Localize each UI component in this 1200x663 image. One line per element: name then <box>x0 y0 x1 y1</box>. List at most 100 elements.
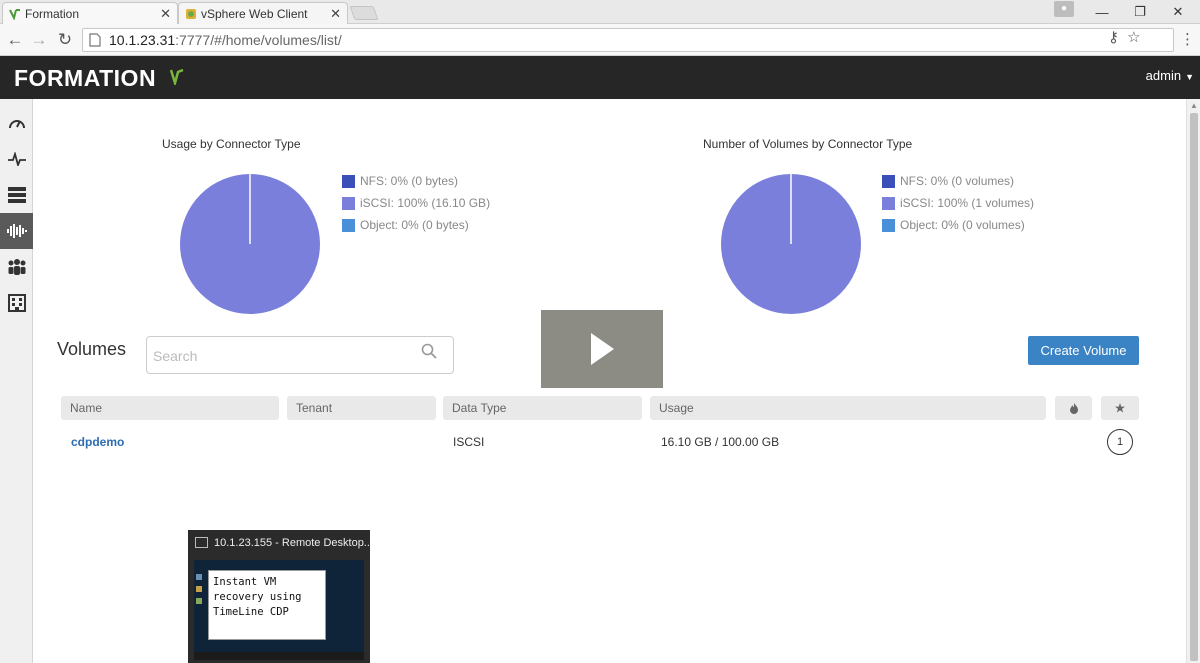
volume-name-link[interactable]: cdpdemo <box>71 435 124 449</box>
pulse-icon <box>7 152 26 166</box>
legend-swatch <box>342 196 355 210</box>
column-header-data-type[interactable]: Data Type <box>443 396 642 420</box>
remote-desktop-thumbnail[interactable]: 10.1.23.155 - Remote Desktop... Instant … <box>188 530 370 663</box>
tab-close-icon[interactable]: ✕ <box>160 6 171 22</box>
restore-icon[interactable]: ❐ <box>1122 0 1158 24</box>
tab-vsphere[interactable]: vSphere Web Client ✕ <box>178 2 348 24</box>
notepad-text: Instant VM recovery using TimeLine CDP <box>213 576 302 618</box>
legend-swatch <box>882 174 895 188</box>
server-stack-icon <box>7 187 26 203</box>
tab-label: vSphere Web Client <box>201 6 308 21</box>
column-header-tenant[interactable]: Tenant <box>287 396 436 420</box>
video-play-button[interactable] <box>541 310 663 388</box>
column-label: Data Type <box>452 401 507 415</box>
forward-icon[interactable]: → <box>28 29 50 51</box>
pie-chart-usage <box>180 174 320 314</box>
user-name: admin <box>1145 68 1182 83</box>
search-field <box>146 336 454 374</box>
logo-mark-icon <box>170 69 184 85</box>
sidebar-nav <box>0 99 33 663</box>
tab-label: Formation <box>25 6 80 21</box>
legend-label: iSCSI: 100% (1 volumes) <box>900 196 1035 210</box>
tab-close-icon[interactable]: ✕ <box>330 6 341 22</box>
legend-volume-count: NFS: 0% (0 volumes) iSCSI: 100% (1 volum… <box>882 170 1034 236</box>
legend-item-iscsi[interactable]: iSCSI: 100% (1 volumes) <box>882 192 1034 214</box>
legend-item-iscsi[interactable]: iSCSI: 100% (16.10 GB) <box>342 192 490 214</box>
legend-label: Object: 0% (0 bytes) <box>360 218 469 232</box>
app-logo[interactable]: FORMATION <box>14 65 156 92</box>
users-icon <box>8 259 25 275</box>
browser-tab-strip: Formation ✕ vSphere Web Client ✕ ● — ❐ ✕ <box>0 0 1200 24</box>
legend-swatch <box>342 218 355 232</box>
pie-chart-volume-count <box>721 174 861 314</box>
search-input[interactable] <box>153 346 413 366</box>
desktop-icons <box>196 574 204 614</box>
browser-toolbar: ← → ↻ 10.1.23.31:7777/#/home/volumes/lis… <box>0 24 1200 56</box>
chart-title-volume-count: Number of Volumes by Connector Type <box>703 137 913 151</box>
bookmark-star-icon[interactable]: ☆ <box>1127 29 1140 46</box>
gauge-icon <box>8 120 25 129</box>
sidebar-item-dashboard[interactable] <box>0 105 33 141</box>
sidebar-item-nodes[interactable] <box>0 177 33 213</box>
priority-badge: 1 <box>1107 429 1133 455</box>
legend-usage: NFS: 0% (0 bytes) iSCSI: 100% (16.10 GB)… <box>342 170 490 236</box>
close-window-icon[interactable]: ✕ <box>1160 0 1196 24</box>
column-header-firebreak[interactable] <box>1055 396 1092 420</box>
chevron-down-icon: ▼ <box>1185 72 1194 82</box>
url-path: :7777/#/home/volumes/list/ <box>175 32 342 48</box>
sidebar-item-system[interactable] <box>0 285 33 321</box>
browser-menu-icon[interactable]: ⋮ <box>1180 30 1195 50</box>
volume-usage: 16.10 GB / 100.00 GB <box>661 435 780 449</box>
app-header: FORMATION admin ▼ <box>0 56 1200 99</box>
sidebar-item-activity[interactable] <box>0 141 33 177</box>
grid-building-icon <box>7 294 26 312</box>
page-scrollbar[interactable]: ▲ <box>1186 99 1200 663</box>
legend-item-object[interactable]: Object: 0% (0 bytes) <box>342 214 490 236</box>
sidebar-item-tenants[interactable] <box>0 249 33 285</box>
page-icon <box>89 33 101 47</box>
section-title-volumes: Volumes <box>57 339 127 359</box>
legend-swatch <box>882 218 895 232</box>
create-volume-button[interactable]: Create Volume <box>1028 336 1139 365</box>
minimize-icon[interactable]: — <box>1084 0 1120 24</box>
address-bar[interactable]: 10.1.23.31:7777/#/home/volumes/list/ <box>82 28 1174 52</box>
profile-icon[interactable]: ● <box>1054 1 1074 17</box>
scroll-up-icon[interactable]: ▲ <box>1190 101 1198 110</box>
user-menu[interactable]: admin ▼ <box>1146 68 1194 83</box>
chart-title-usage: Usage by Connector Type <box>162 137 301 151</box>
sidebar-item-volumes[interactable] <box>0 213 33 249</box>
column-header-usage[interactable]: Usage <box>650 396 1046 420</box>
legend-label: NFS: 0% (0 volumes) <box>900 174 1015 188</box>
waveform-icon <box>6 224 27 238</box>
star-icon <box>1115 403 1125 413</box>
legend-label: NFS: 0% (0 bytes) <box>360 174 459 188</box>
key-icon[interactable]: ⚷ <box>1108 29 1119 46</box>
column-label: Tenant <box>296 401 333 415</box>
column-label: Usage <box>659 401 694 415</box>
scrollbar-thumb[interactable] <box>1190 113 1198 661</box>
play-icon <box>591 333 614 365</box>
reload-icon[interactable]: ↻ <box>54 29 76 51</box>
legend-label: Object: 0% (0 volumes) <box>900 218 1025 232</box>
legend-item-nfs[interactable]: NFS: 0% (0 volumes) <box>882 170 1034 192</box>
legend-swatch <box>342 174 355 188</box>
remote-taskbar <box>194 652 364 660</box>
vsphere-favicon-icon <box>186 8 196 19</box>
legend-swatch <box>882 196 895 210</box>
tab-formation[interactable]: Formation ✕ <box>2 2 178 24</box>
remote-desktop-title: 10.1.23.155 - Remote Desktop... <box>214 537 370 549</box>
legend-item-object[interactable]: Object: 0% (0 volumes) <box>882 214 1034 236</box>
flame-icon <box>1069 402 1078 414</box>
legend-item-nfs[interactable]: NFS: 0% (0 bytes) <box>342 170 490 192</box>
column-label: Name <box>70 401 103 415</box>
column-header-name[interactable]: Name <box>61 396 279 420</box>
notepad-window: Instant VM recovery using TimeLine CDP <box>208 570 326 640</box>
legend-label: iSCSI: 100% (16.10 GB) <box>360 196 491 210</box>
remote-desktop-screen: Instant VM recovery using TimeLine CDP <box>194 560 364 660</box>
formation-favicon-icon <box>9 8 20 20</box>
search-icon[interactable] <box>421 343 437 359</box>
back-icon[interactable]: ← <box>4 29 26 51</box>
url-host: 10.1.23.31 <box>109 32 176 48</box>
new-tab-button[interactable] <box>349 6 379 20</box>
column-header-priority[interactable] <box>1101 396 1139 420</box>
